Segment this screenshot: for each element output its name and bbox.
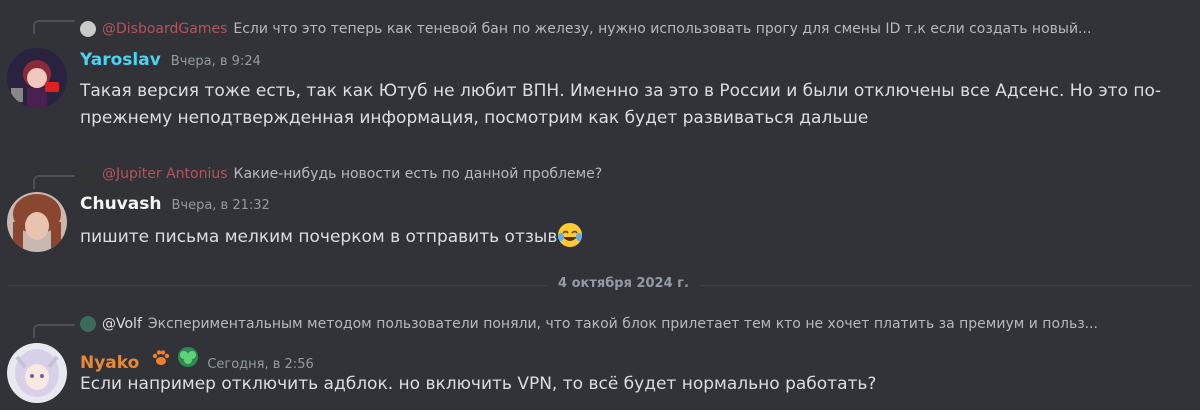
avatar[interactable] <box>7 192 67 252</box>
date-divider: 4 октября 2024 г. <box>548 276 699 291</box>
author-name[interactable]: Chuvash <box>80 194 161 214</box>
reply-avatar <box>80 166 96 182</box>
reply-spine <box>33 324 75 338</box>
avatar[interactable] <box>7 343 67 403</box>
message-text: Такая версия тоже есть, так как Ютуб не … <box>80 81 1162 128</box>
reply-preview[interactable]: @DisboardGames Если что это теперь как т… <box>80 19 1180 39</box>
reply-mention[interactable]: @Jupiter Antonius <box>102 166 228 182</box>
message-body: пишите письма мелким почерком в отправит… <box>80 222 1180 251</box>
reply-text[interactable]: Экспериментальным методом пользователи п… <box>148 316 1098 332</box>
reply-avatar <box>80 21 96 37</box>
avatar[interactable] <box>7 48 67 108</box>
joy-emoji-icon <box>557 222 583 248</box>
paw-badge-icon[interactable] <box>151 348 171 368</box>
author-name[interactable]: Yaroslav <box>80 50 161 70</box>
timestamp[interactable]: Сегодня, в 2:56 <box>207 357 313 372</box>
author-name[interactable]: Nyako <box>80 353 139 373</box>
reply-spine <box>33 175 75 189</box>
timestamp[interactable]: Вчера, в 9:24 <box>171 54 261 69</box>
message-text: пишите письма мелким почерком в отправит… <box>80 227 558 247</box>
reply-text[interactable]: Какие-нибудь новости есть по данной проб… <box>234 166 603 182</box>
reply-preview[interactable]: @Jupiter Antonius Какие-нибудь новости е… <box>80 164 1180 184</box>
reply-preview[interactable]: @Volf Экспериментальным методом пользова… <box>80 314 1180 334</box>
leaf-badge-icon[interactable] <box>177 346 199 367</box>
reply-text[interactable]: Если что это теперь как теневой бан по ж… <box>233 21 1091 37</box>
reply-mention[interactable]: @DisboardGames <box>102 21 227 37</box>
reply-avatar <box>80 316 96 332</box>
timestamp[interactable]: Вчера, в 21:32 <box>171 198 269 213</box>
message-text: Если например отключить адблок. но включ… <box>80 374 877 394</box>
reply-spine <box>33 20 75 34</box>
reply-mention[interactable]: @Volf <box>102 316 142 332</box>
